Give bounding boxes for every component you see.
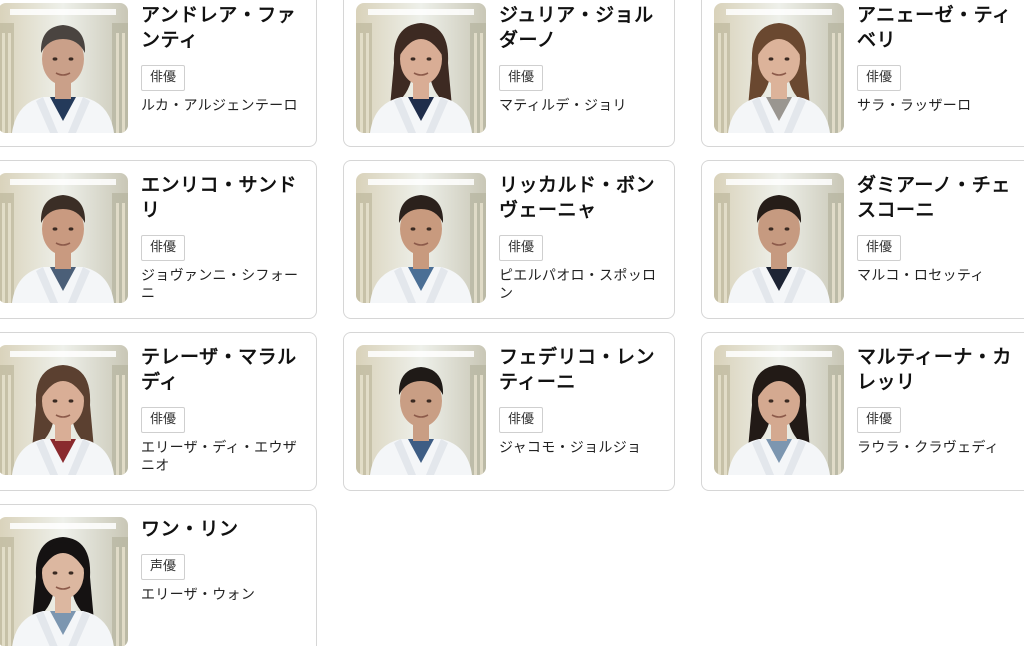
portrait-image bbox=[714, 345, 844, 475]
role-badge: 俳優 bbox=[857, 65, 902, 91]
character-name[interactable]: テレーザ・マラルディ bbox=[141, 345, 308, 395]
role-badge: 俳優 bbox=[141, 65, 186, 91]
character-name[interactable]: ジュリア・ジョルダーノ bbox=[499, 3, 666, 53]
portrait-image bbox=[714, 3, 844, 133]
actor-name[interactable]: ルカ・アルジェンテーロ bbox=[141, 97, 308, 115]
portrait-image bbox=[356, 173, 486, 303]
cast-photo bbox=[714, 3, 844, 133]
role-badge: 俳優 bbox=[499, 65, 544, 91]
cast-card[interactable]: ダミアーノ・チェスコーニ 俳優 マルコ・ロセッティ bbox=[701, 160, 1024, 319]
role-badge: 俳優 bbox=[499, 235, 544, 261]
actor-name[interactable]: マティルデ・ジョリ bbox=[499, 97, 666, 115]
character-name[interactable]: リッカルド・ボンヴェーニャ bbox=[499, 173, 666, 223]
actor-name[interactable]: エリーザ・ディ・エウザニオ bbox=[141, 439, 308, 475]
cast-photo bbox=[0, 345, 128, 475]
cast-photo bbox=[0, 517, 128, 646]
portrait-image bbox=[0, 173, 128, 303]
portrait-image bbox=[714, 173, 844, 303]
cast-card[interactable]: マルティーナ・カレッリ 俳優 ラウラ・クラヴェディ bbox=[701, 332, 1024, 491]
portrait-image bbox=[356, 3, 486, 133]
actor-name[interactable]: ラウラ・クラヴェディ bbox=[857, 439, 1024, 457]
actor-name[interactable]: サラ・ラッザーロ bbox=[857, 97, 1024, 115]
actor-name[interactable]: マルコ・ロセッティ bbox=[857, 267, 1024, 285]
cast-photo bbox=[714, 173, 844, 303]
role-badge: 俳優 bbox=[499, 407, 544, 433]
character-name[interactable]: フェデリコ・レンティーニ bbox=[499, 345, 666, 395]
cast-grid: アンドレア・ファンティ 俳優 ルカ・アルジェンテーロ ジュリア・ジョルダーノ 俳… bbox=[0, 0, 1024, 646]
cast-photo bbox=[356, 345, 486, 475]
portrait-image bbox=[0, 517, 128, 646]
character-name[interactable]: アンドレア・ファンティ bbox=[141, 3, 308, 53]
character-name[interactable]: マルティーナ・カレッリ bbox=[857, 345, 1024, 395]
cast-photo bbox=[356, 3, 486, 133]
portrait-image bbox=[0, 3, 128, 133]
cast-card[interactable]: ワン・リン 声優 エリーザ・ウォン bbox=[0, 504, 317, 646]
character-name[interactable]: エンリコ・サンドリ bbox=[141, 173, 308, 223]
role-badge: 俳優 bbox=[857, 235, 902, 261]
actor-name[interactable]: ジョヴァンニ・シフォーニ bbox=[141, 267, 308, 303]
portrait-image bbox=[356, 345, 486, 475]
role-badge: 声優 bbox=[141, 554, 186, 580]
actor-name[interactable]: エリーザ・ウォン bbox=[141, 586, 308, 604]
portrait-image bbox=[0, 345, 128, 475]
actor-name[interactable]: ピエルパオロ・スポッロン bbox=[499, 267, 666, 303]
cast-photo bbox=[0, 173, 128, 303]
cast-photo bbox=[714, 345, 844, 475]
cast-card[interactable]: エンリコ・サンドリ 俳優 ジョヴァンニ・シフォーニ bbox=[0, 160, 317, 319]
character-name[interactable]: ダミアーノ・チェスコーニ bbox=[857, 173, 1024, 223]
cast-card[interactable]: フェデリコ・レンティーニ 俳優 ジャコモ・ジョルジョ bbox=[343, 332, 675, 491]
character-name[interactable]: アニェーゼ・ティベリ bbox=[857, 3, 1024, 53]
actor-name[interactable]: ジャコモ・ジョルジョ bbox=[499, 439, 666, 457]
cast-card[interactable]: アニェーゼ・ティベリ 俳優 サラ・ラッザーロ bbox=[701, 0, 1024, 147]
cast-card[interactable]: リッカルド・ボンヴェーニャ 俳優 ピエルパオロ・スポッロン bbox=[343, 160, 675, 319]
cast-card[interactable]: ジュリア・ジョルダーノ 俳優 マティルデ・ジョリ bbox=[343, 0, 675, 147]
cast-photo bbox=[356, 173, 486, 303]
cast-photo bbox=[0, 3, 128, 133]
role-badge: 俳優 bbox=[857, 407, 902, 433]
cast-card[interactable]: アンドレア・ファンティ 俳優 ルカ・アルジェンテーロ bbox=[0, 0, 317, 147]
cast-card[interactable]: テレーザ・マラルディ 俳優 エリーザ・ディ・エウザニオ bbox=[0, 332, 317, 491]
role-badge: 俳優 bbox=[141, 235, 186, 261]
role-badge: 俳優 bbox=[141, 407, 186, 433]
character-name[interactable]: ワン・リン bbox=[141, 517, 308, 542]
